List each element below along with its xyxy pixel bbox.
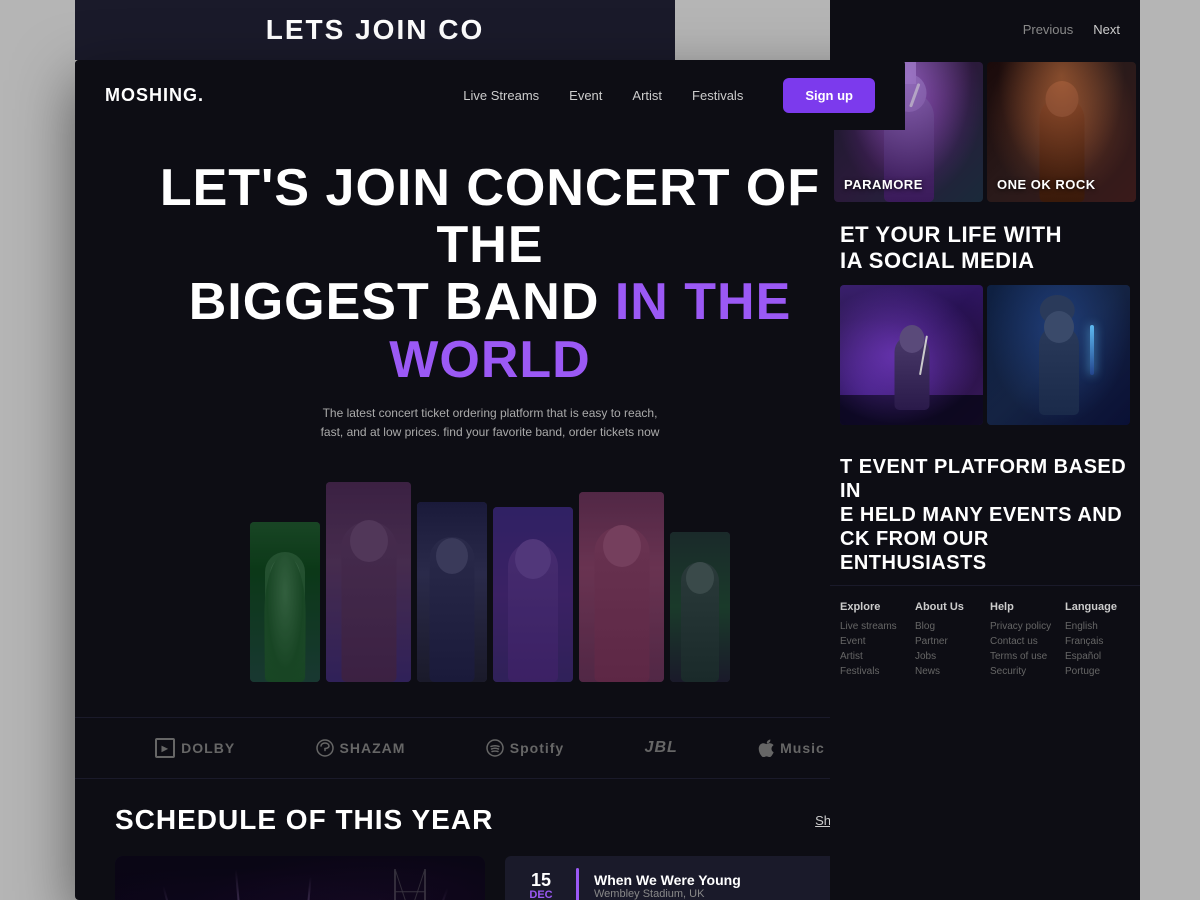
band-photo-1 <box>250 522 320 682</box>
stage-tower <box>390 869 430 900</box>
main-page: MOSHING. Live Streams Event Artist Festi… <box>75 60 905 900</box>
apple-icon <box>758 739 774 757</box>
next-button[interactable]: Next <box>1093 22 1120 37</box>
previous-button[interactable]: Previous <box>1023 22 1074 37</box>
sponsor-dolby: ▶ DOLBY <box>155 738 235 758</box>
schedule-events: 15 DEC When We Were Young Wembley Stadiu… <box>505 856 865 900</box>
schedule-image <box>115 856 485 900</box>
event-info-0: When We Were Young Wembley Stadium, UK <box>594 872 849 900</box>
event-divider-0 <box>576 868 579 900</box>
band-photo-3 <box>417 502 487 682</box>
footer-col-title-about: About Us <box>915 601 980 613</box>
footer-link-help-1[interactable]: Contact us <box>990 636 1055 647</box>
footer-link-about-3[interactable]: News <box>915 666 980 677</box>
nav-artist[interactable]: Artist <box>632 88 662 103</box>
platform-title: T EVENT PLATFORM BASED IN E HELD MANY EV… <box>840 455 1130 575</box>
band-photo-6 <box>670 532 730 682</box>
footer-link-explore-2[interactable]: Artist <box>840 651 905 662</box>
footer-col-title-help: Help <box>990 601 1055 613</box>
footer-section: Explore Live streams Event Artist Festiv… <box>830 585 1140 696</box>
spotify-icon <box>486 739 504 757</box>
schedule-section: SCHEDULE OF THIS YEAR Show All <box>75 779 905 900</box>
footer-col-help: Help Privacy policy Contact us Terms of … <box>990 601 1055 681</box>
footer-link-lang-0[interactable]: English <box>1065 621 1130 632</box>
hero-title: LET'S JOIN CONCERT OF THE BIGGEST BAND I… <box>115 160 865 389</box>
artist-name-oneokrock: ONE OK ROCK <box>997 177 1096 192</box>
nav-festivals[interactable]: Festivals <box>692 88 743 103</box>
schedule-content: 15 DEC When We Were Young Wembley Stadiu… <box>115 856 865 900</box>
footer-col-about: About Us Blog Partner Jobs News <box>915 601 980 681</box>
shazam-icon <box>316 739 334 757</box>
footer-link-lang-1[interactable]: Français <box>1065 636 1130 647</box>
footer-link-about-1[interactable]: Partner <box>915 636 980 647</box>
schedule-title: SCHEDULE OF THIS YEAR <box>115 804 493 836</box>
event-day-0: 15 <box>521 871 561 889</box>
event-venue-0: Wembley Stadium, UK <box>594 888 849 900</box>
sponsor-spotify: Spotify <box>486 739 564 757</box>
footer-col-explore: Explore Live streams Event Artist Festiv… <box>840 601 905 681</box>
nav-event[interactable]: Event <box>569 88 602 103</box>
sponsors-row: ▶ DOLBY SHAZAM Spotify JBL <box>75 717 905 779</box>
footer-link-explore-0[interactable]: Live streams <box>840 621 905 632</box>
footer-grid: Explore Live streams Event Artist Festiv… <box>840 601 1130 681</box>
signup-button[interactable]: Sign up <box>783 78 875 113</box>
connect-photos <box>840 285 1130 425</box>
band-photos <box>115 462 865 682</box>
band-photo-4 <box>493 507 573 682</box>
hero-subtitle: The latest concert ticket ordering platf… <box>310 404 670 442</box>
nav-live-streams[interactable]: Live Streams <box>463 88 539 103</box>
band-photo-2 <box>326 482 411 682</box>
artist-name-paramore: PARAMORE <box>844 177 923 192</box>
schedule-header: SCHEDULE OF THIS YEAR Show All <box>115 804 865 836</box>
footer-link-help-3[interactable]: Security <box>990 666 1055 677</box>
footer-col-language: Language English Français Español Portug… <box>1065 601 1130 681</box>
connect-section: ET YOUR LIFE WITH IA SOCIAL MEDIA <box>830 202 1140 435</box>
prev-next-nav: Previous Next <box>1003 0 1140 59</box>
hero-title-line1: LET'S JOIN CONCERT OF THE <box>160 159 820 274</box>
sponsor-shazam: SHAZAM <box>316 739 406 757</box>
event-month-0: DEC <box>521 889 561 900</box>
footer-link-help-0[interactable]: Privacy policy <box>990 621 1055 632</box>
hero-title-line2: BIGGEST BAND <box>189 273 600 331</box>
footer-link-explore-3[interactable]: Festivals <box>840 666 905 677</box>
connect-title: ET YOUR LIFE WITH IA SOCIAL MEDIA <box>840 222 1130 275</box>
footer-link-lang-3[interactable]: Portuge <box>1065 666 1130 677</box>
connect-portrait-photo <box>987 285 1130 425</box>
band-photo-5 <box>579 492 664 682</box>
connect-concert-photo <box>840 285 983 425</box>
event-name-0: When We Were Young <box>594 872 849 888</box>
event-date-0: 15 DEC <box>521 871 561 900</box>
right-panel: Previous Next PARAMORE <box>830 0 1140 900</box>
nav-links: Live Streams Event Artist Festivals <box>463 88 743 103</box>
footer-link-about-0[interactable]: Blog <box>915 621 980 632</box>
artist-card-oneokrock[interactable]: ONE OK ROCK <box>987 62 1136 202</box>
footer-col-title-language: Language <box>1065 601 1130 613</box>
platform-section: T EVENT PLATFORM BASED IN E HELD MANY EV… <box>830 435 1140 585</box>
footer-col-title-explore: Explore <box>840 601 905 613</box>
footer-link-explore-1[interactable]: Event <box>840 636 905 647</box>
event-item-0[interactable]: 15 DEC When We Were Young Wembley Stadiu… <box>505 856 865 900</box>
footer-link-help-2[interactable]: Terms of use <box>990 651 1055 662</box>
footer-link-about-2[interactable]: Jobs <box>915 651 980 662</box>
dolby-icon: ▶ <box>155 738 175 758</box>
sponsor-jbl: JBL <box>645 739 678 757</box>
hero-section: LET'S JOIN CONCERT OF THE BIGGEST BAND I… <box>75 130 905 717</box>
footer-link-lang-2[interactable]: Español <box>1065 651 1130 662</box>
sponsor-apple-music: Music <box>758 739 825 757</box>
logo: MOSHING. <box>105 85 204 106</box>
top-partial-text: LETS JOIN CO <box>266 14 484 46</box>
navbar: MOSHING. Live Streams Event Artist Festi… <box>75 60 905 130</box>
